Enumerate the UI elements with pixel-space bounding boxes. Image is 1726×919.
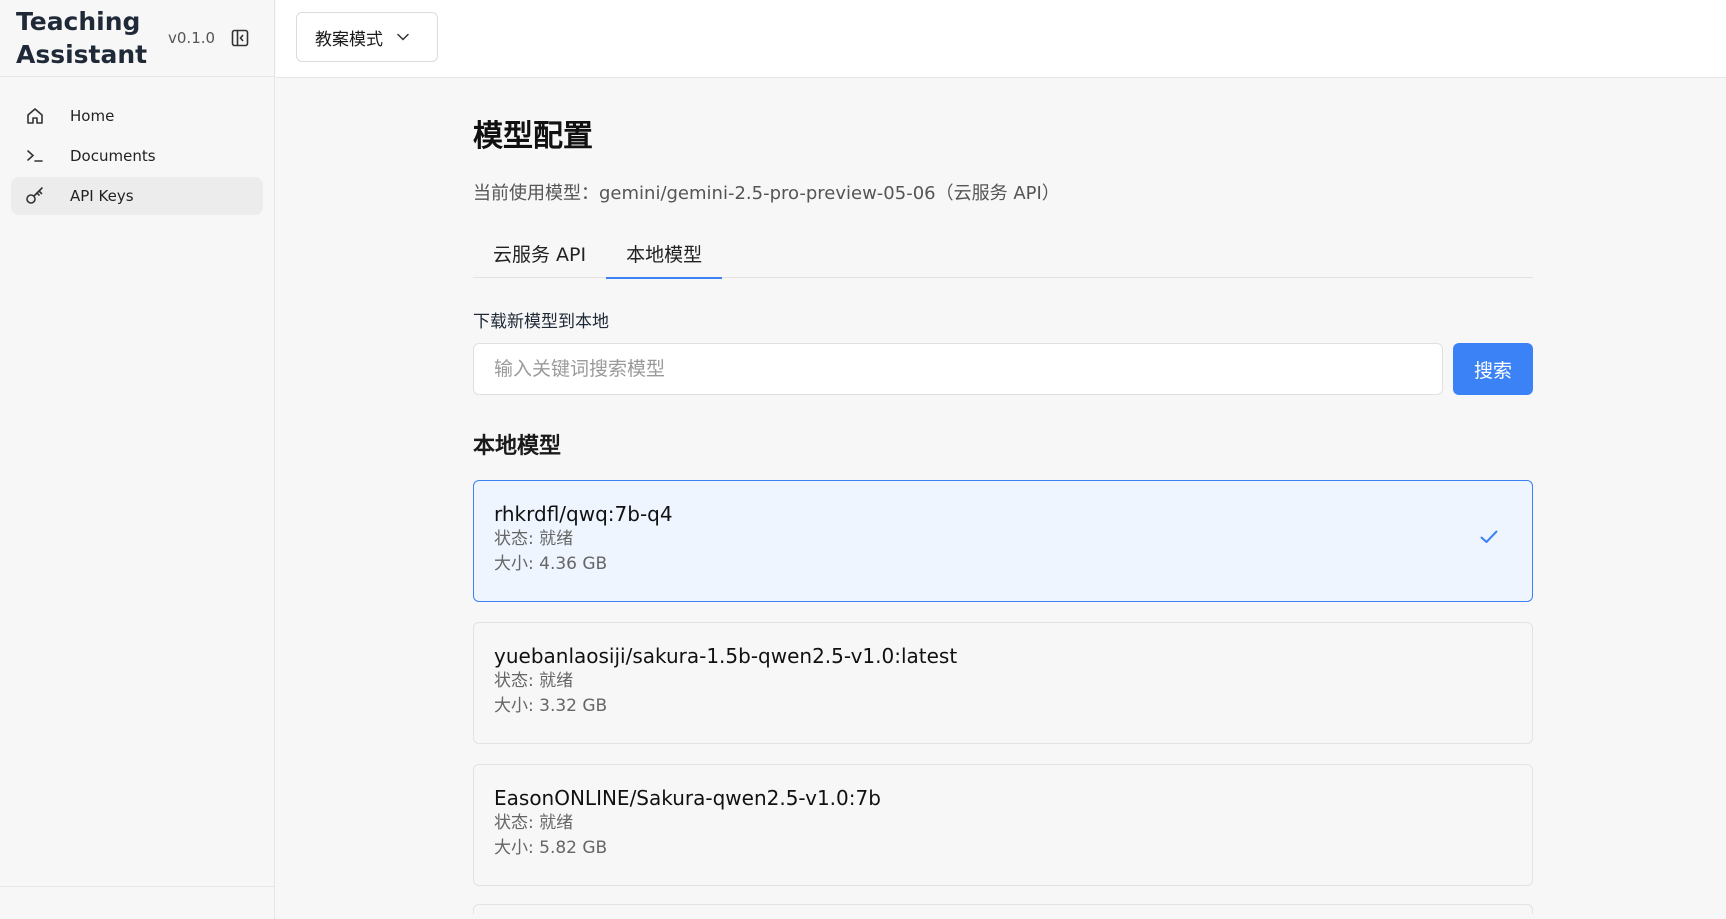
tab-cloud-api[interactable]: 云服务 API bbox=[473, 229, 606, 278]
sidebar: Teaching Assistant v0.1.0 Home Documents… bbox=[0, 0, 275, 919]
model-list: rhkrdfl/qwq:7b-q4 状态: 就绪 大小: 4.36 GB yue… bbox=[473, 480, 1533, 914]
model-card-partial bbox=[473, 904, 1533, 914]
sidebar-item-documents[interactable]: Documents bbox=[11, 137, 263, 175]
app-version: v0.1.0 bbox=[168, 29, 216, 47]
sidebar-item-label: Home bbox=[70, 107, 115, 125]
page-title: 模型配置 bbox=[473, 119, 593, 154]
brand-header: Teaching Assistant v0.1.0 bbox=[0, 0, 274, 77]
current-model-text: 当前使用模型：gemini/gemini-2.5-pro-preview-05-… bbox=[473, 183, 1060, 204]
model-tabs: 云服务 API 本地模型 bbox=[473, 229, 1533, 279]
local-models-heading: 本地模型 bbox=[473, 434, 562, 459]
model-size: 大小: 3.32 GB bbox=[494, 696, 608, 716]
model-card[interactable]: yuebanlaosiji/sakura-1.5b-qwen2.5-v1.0:l… bbox=[473, 622, 1533, 744]
download-section-label: 下载新模型到本地 bbox=[473, 312, 609, 332]
search-row: 搜索 bbox=[473, 343, 1533, 395]
model-search-input[interactable] bbox=[473, 343, 1443, 395]
sidebar-nav: Home Documents API Keys bbox=[0, 77, 274, 215]
main-content: 模型配置 当前使用模型：gemini/gemini-2.5-pro-previe… bbox=[473, 78, 1533, 914]
check-icon bbox=[1480, 529, 1498, 548]
app-title: Teaching Assistant bbox=[16, 7, 148, 69]
sidebar-footer-divider bbox=[0, 886, 275, 887]
model-card[interactable]: EasonONLINE/Sakura-qwen2.5-v1.0:7b 状态: 就… bbox=[473, 764, 1533, 886]
sidebar-item-home[interactable]: Home bbox=[11, 97, 263, 135]
model-card[interactable]: rhkrdfl/qwq:7b-q4 状态: 就绪 大小: 4.36 GB bbox=[473, 480, 1533, 602]
key-icon bbox=[25, 186, 45, 206]
home-icon bbox=[25, 106, 45, 126]
sidebar-item-label: API Keys bbox=[70, 187, 134, 205]
chevron-down-icon bbox=[397, 33, 409, 41]
app-root: Teaching Assistant v0.1.0 Home Documents… bbox=[0, 0, 1726, 919]
mode-dropdown-label: 教案模式 bbox=[315, 29, 383, 50]
sidebar-item-label: Documents bbox=[70, 147, 156, 165]
model-size: 大小: 4.36 GB bbox=[494, 554, 608, 574]
sidebar-collapse-icon[interactable] bbox=[229, 27, 251, 49]
model-name: EasonONLINE/Sakura-qwen2.5-v1.0:7b bbox=[494, 786, 881, 810]
model-name: rhkrdfl/qwq:7b-q4 bbox=[494, 502, 673, 526]
model-status: 状态: 就绪 bbox=[494, 671, 574, 691]
model-size: 大小: 5.82 GB bbox=[494, 838, 608, 858]
tab-local-models[interactable]: 本地模型 bbox=[606, 229, 723, 279]
terminal-icon bbox=[25, 146, 45, 166]
sidebar-item-api-keys[interactable]: API Keys bbox=[11, 177, 263, 215]
search-button[interactable]: 搜索 bbox=[1453, 343, 1533, 395]
model-name: yuebanlaosiji/sakura-1.5b-qwen2.5-v1.0:l… bbox=[494, 644, 958, 668]
model-status: 状态: 就绪 bbox=[494, 813, 574, 833]
mode-dropdown[interactable]: 教案模式 bbox=[296, 12, 438, 62]
model-status: 状态: 就绪 bbox=[494, 529, 574, 549]
topbar: 教案模式 bbox=[276, 0, 1726, 78]
